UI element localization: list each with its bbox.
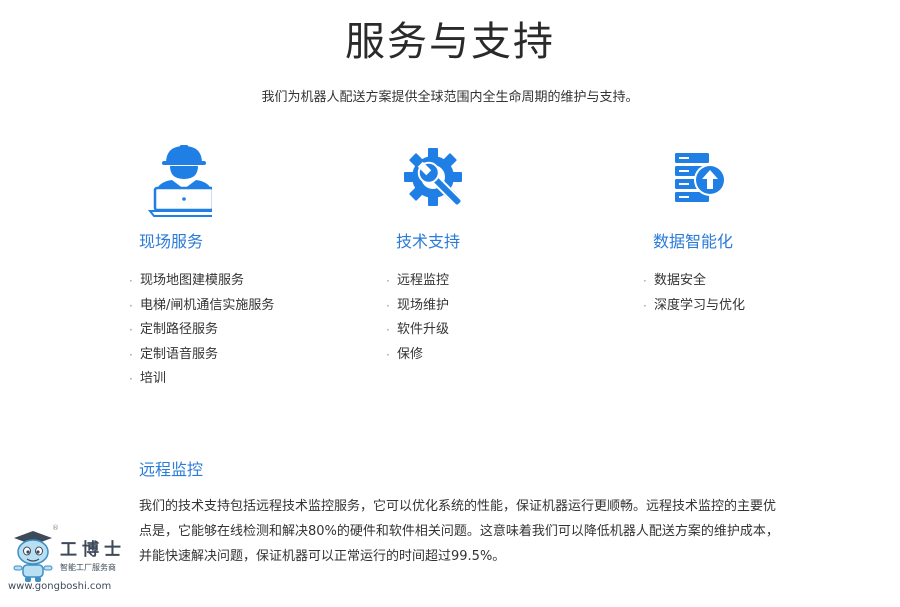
list-item: · 远程监控 (384, 269, 449, 294)
gear-wrench-icon (401, 143, 469, 217)
list-item: · 现场维护 (384, 294, 449, 319)
site-watermark: ® 工博士 智能工厂服务商 www.gongboshi.com (6, 524, 146, 596)
service-heading: 现场服务 (139, 232, 204, 251)
detail-paragraph: 我们的技术支持包括远程技术监控服务，它可以优化系统的性能，保证机器运行更顺畅。远… (139, 499, 779, 564)
list-item-label: 现场地图建模服务 (140, 273, 245, 288)
service-heading: 数据智能化 (653, 232, 734, 251)
bullet-dot: · (386, 323, 390, 338)
page-title: 服务与支持 (345, 19, 555, 65)
registered-mark: ® (52, 524, 59, 532)
bullet-dot: · (129, 323, 133, 338)
list-item: · 培训 (127, 367, 274, 392)
bullet-dot: · (129, 298, 133, 313)
service-list: · 数据安全 · 深度学习与优化 (641, 269, 745, 318)
list-item-label: 电梯/闸机通信实施服务 (140, 297, 275, 313)
list-item: · 保修 (384, 343, 449, 368)
robot-mascot-icon (10, 528, 56, 584)
list-item-label: 现场维护 (397, 297, 450, 313)
list-item: · 现场地图建模服务 (127, 269, 274, 294)
list-item: · 定制语音服务 (127, 343, 274, 368)
bullet-dot: · (129, 372, 133, 387)
bullet-dot: · (129, 347, 133, 362)
list-item: · 定制路径服务 (127, 318, 274, 343)
brand-slogan: 智能工厂服务商 (60, 563, 116, 572)
bullet-dot: · (643, 298, 647, 313)
field-engineer-laptop-icon (144, 143, 221, 217)
list-item-label: 深度学习与优化 (654, 297, 746, 313)
list-item: · 数据安全 (641, 269, 745, 294)
bullet-dot: · (643, 274, 647, 288)
detail-heading: 远程监控 (139, 460, 204, 479)
list-item-label: 培训 (140, 371, 167, 387)
service-heading: 技术支持 (396, 232, 461, 251)
list-item: · 软件升级 (384, 318, 449, 343)
brand-name: 工博士 (60, 540, 126, 560)
server-upload-icon (658, 143, 726, 217)
service-list: · 远程监控 · 现场维护 · 软件升级 · 保修 (384, 269, 449, 367)
list-item-label: 定制路径服务 (140, 322, 219, 338)
bullet-dot: · (386, 274, 390, 288)
bullet-dot: · (129, 274, 133, 288)
brand-url: www.gongboshi.com (8, 581, 112, 592)
list-item-label: 保修 (397, 346, 424, 362)
service-list: · 现场地图建模服务 · 电梯/闸机通信实施服务 · 定制路径服务 · 定制语音服务 ·… (127, 269, 274, 392)
bullet-dot: · (386, 347, 390, 362)
list-item: · 深度学习与优化 (641, 294, 745, 319)
list-item: · 电梯/闸机通信实施服务 (127, 294, 274, 319)
list-item-label: 远程监控 (397, 273, 450, 288)
bullet-dot: · (386, 298, 390, 313)
page-subtitle: 我们为机器人配送方案提供全球范围内全生命周期的维护与支持。 (261, 90, 639, 105)
list-item-label: 定制语音服务 (140, 346, 219, 362)
list-item-label: 数据安全 (654, 273, 707, 288)
list-item-label: 软件升级 (397, 322, 450, 338)
